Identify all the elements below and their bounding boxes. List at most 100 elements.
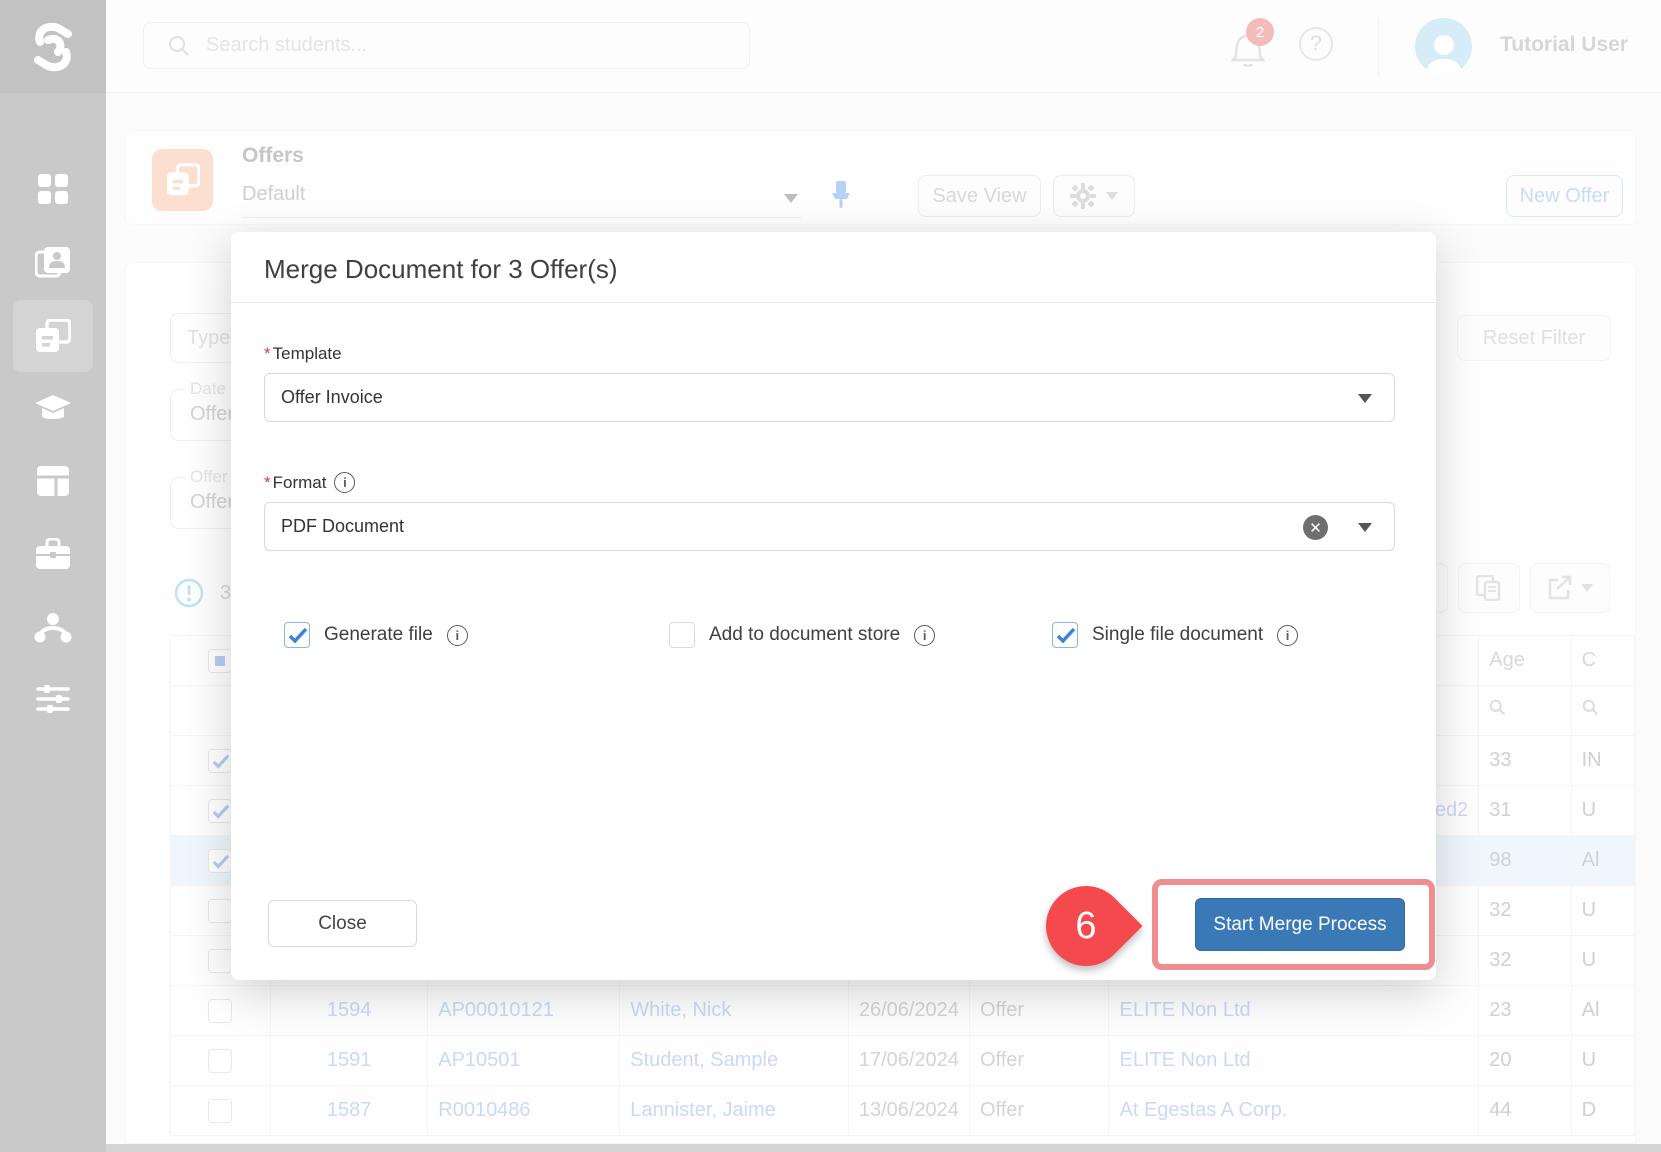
sidebar-item-contacts[interactable] <box>13 227 93 299</box>
offers-header-card: Offers Default Save View <box>125 130 1636 225</box>
export-caret-icon <box>1581 584 1593 592</box>
format-caret-icon[interactable] <box>1358 523 1372 532</box>
dashboard-icon <box>36 172 70 206</box>
pushpin-icon <box>828 179 854 209</box>
merge-document-modal: Merge Document for 3 Offer(s) *Template … <box>231 232 1436 980</box>
tutorial-step-balloon: 6 <box>1029 869 1142 982</box>
add-to-document-store-checkbox[interactable]: Add to document store i <box>669 622 935 648</box>
bottom-strip <box>106 1144 1661 1152</box>
modal-title: Merge Document for 3 Offer(s) <box>264 254 618 285</box>
table-row[interactable]: 1594AP00010121White, Nick26/06/2024Offer… <box>171 986 1635 1036</box>
row-checkbox[interactable] <box>208 949 232 973</box>
application-number-link[interactable]: R0010486 <box>438 1099 530 1121</box>
sidebar-item-network[interactable] <box>13 591 93 663</box>
main-sidebar <box>0 93 106 1152</box>
copy-grid-button[interactable] <box>1458 563 1520 613</box>
application-number-link[interactable]: AP00010121 <box>438 999 554 1021</box>
sidebar-item-layout[interactable] <box>13 445 93 517</box>
student-name-link[interactable]: Lannister, Jaime <box>630 1099 776 1121</box>
offer-id-link[interactable]: 1587 <box>327 1099 372 1121</box>
format-field-label: *Format i <box>264 472 355 493</box>
select-all-checkbox[interactable] <box>208 649 232 673</box>
view-settings-button[interactable] <box>1053 175 1135 217</box>
sidebar-item-dashboard[interactable] <box>13 153 93 225</box>
save-view-button[interactable]: Save View <box>918 175 1041 217</box>
application-number-link[interactable]: AP10501 <box>438 1049 520 1071</box>
required-asterisk: * <box>264 344 271 363</box>
sidebar-item-education[interactable] <box>13 373 93 445</box>
offers-module-icon <box>152 149 213 211</box>
offer-id-link[interactable]: 1594 <box>327 999 372 1021</box>
gear-caret-icon <box>1106 192 1118 200</box>
search-input[interactable] <box>206 34 706 57</box>
generate-file-info-icon[interactable]: i <box>447 625 468 646</box>
copy-icon <box>1476 575 1502 601</box>
notification-badge: 2 <box>1246 18 1274 46</box>
close-button[interactable]: Close <box>268 900 417 947</box>
format-select[interactable]: PDF Document ✕ <box>264 502 1395 551</box>
export-button[interactable] <box>1530 563 1610 613</box>
sidebar-item-settings[interactable] <box>13 663 93 735</box>
format-clear-icon[interactable]: ✕ <box>1303 515 1328 540</box>
help-button[interactable]: ? <box>1299 27 1333 61</box>
generate-file-checkbox[interactable]: Generate file i <box>284 622 468 648</box>
reset-filter-button[interactable]: Reset Filter <box>1457 315 1611 361</box>
page-title: Offers <box>242 144 304 168</box>
gear-icon <box>1070 183 1096 209</box>
age-column-header[interactable]: Age <box>1479 636 1571 686</box>
row-checkbox[interactable] <box>208 799 232 823</box>
single-file-document-checkbox[interactable]: Single file document i <box>1052 622 1298 648</box>
network-icon <box>34 611 72 643</box>
offers-glyph-icon <box>166 162 200 198</box>
row-checkbox[interactable] <box>208 1049 232 1073</box>
sidebar-item-offers[interactable] <box>13 300 93 372</box>
person-icon <box>1422 29 1466 75</box>
table-row[interactable]: 1587R0010486Lannister, Jaime13/06/2024Of… <box>171 1086 1635 1136</box>
student-name-link[interactable]: White, Nick <box>630 999 731 1021</box>
template-select[interactable]: Offer Invoice <box>264 373 1395 422</box>
logo-swirl-icon <box>24 18 82 76</box>
country-column-header[interactable]: C <box>1571 636 1634 686</box>
app-logo[interactable] <box>0 0 106 93</box>
row-checkbox[interactable] <box>208 999 232 1023</box>
step-number: 6 <box>1046 886 1126 966</box>
template-field-label: *Template <box>264 344 342 364</box>
view-caret-icon[interactable] <box>784 194 798 203</box>
format-info-icon[interactable]: i <box>334 472 355 493</box>
age-filter-search-icon[interactable] <box>1489 699 1506 716</box>
row-checkbox[interactable] <box>208 899 232 923</box>
company-link[interactable]: At Egestas A Corp. <box>1119 1099 1287 1121</box>
contacts-icon <box>35 246 71 280</box>
add-to-document-store-info-icon[interactable]: i <box>914 625 935 646</box>
sidebar-item-jobs[interactable] <box>13 518 93 590</box>
start-merge-process-button[interactable]: Start Merge Process <box>1195 898 1405 951</box>
modal-divider <box>231 302 1436 303</box>
offers-icon <box>35 319 71 353</box>
row-checkbox[interactable] <box>208 849 232 873</box>
country-filter-search-icon[interactable] <box>1582 699 1599 716</box>
offer-id-link[interactable]: 1591 <box>327 1049 372 1071</box>
top-header: 2 ? Tutorial User <box>0 0 1661 93</box>
view-selector[interactable]: Default <box>242 183 305 206</box>
company-link[interactable]: ELITE Non Ltd <box>1119 999 1250 1021</box>
avatar[interactable] <box>1415 18 1472 75</box>
new-offer-button[interactable]: New Offer <box>1506 175 1623 217</box>
required-asterisk: * <box>264 473 271 492</box>
add-to-document-store-label: Add to document store <box>709 624 900 646</box>
notifications-button[interactable]: 2 <box>1228 26 1272 70</box>
company-link[interactable]: ELITE Non Ltd <box>1119 1049 1250 1071</box>
single-file-document-label: Single file document <box>1092 624 1263 646</box>
single-file-document-info-icon[interactable]: i <box>1277 625 1298 646</box>
user-name-label: Tutorial User <box>1500 33 1628 57</box>
offer-status-value: Offer <box>190 491 234 514</box>
pin-view-button[interactable] <box>828 179 854 214</box>
layout-icon <box>36 465 70 497</box>
row-checkbox[interactable] <box>208 749 232 773</box>
table-row[interactable]: 1591AP10501Student, Sample17/06/2024Offe… <box>171 1036 1635 1086</box>
template-caret-icon[interactable] <box>1358 394 1372 403</box>
search-icon <box>168 35 190 57</box>
student-search[interactable] <box>143 22 750 69</box>
row-checkbox[interactable] <box>208 1099 232 1123</box>
student-name-link[interactable]: Student, Sample <box>630 1049 778 1071</box>
settings-sliders-icon <box>36 683 70 715</box>
